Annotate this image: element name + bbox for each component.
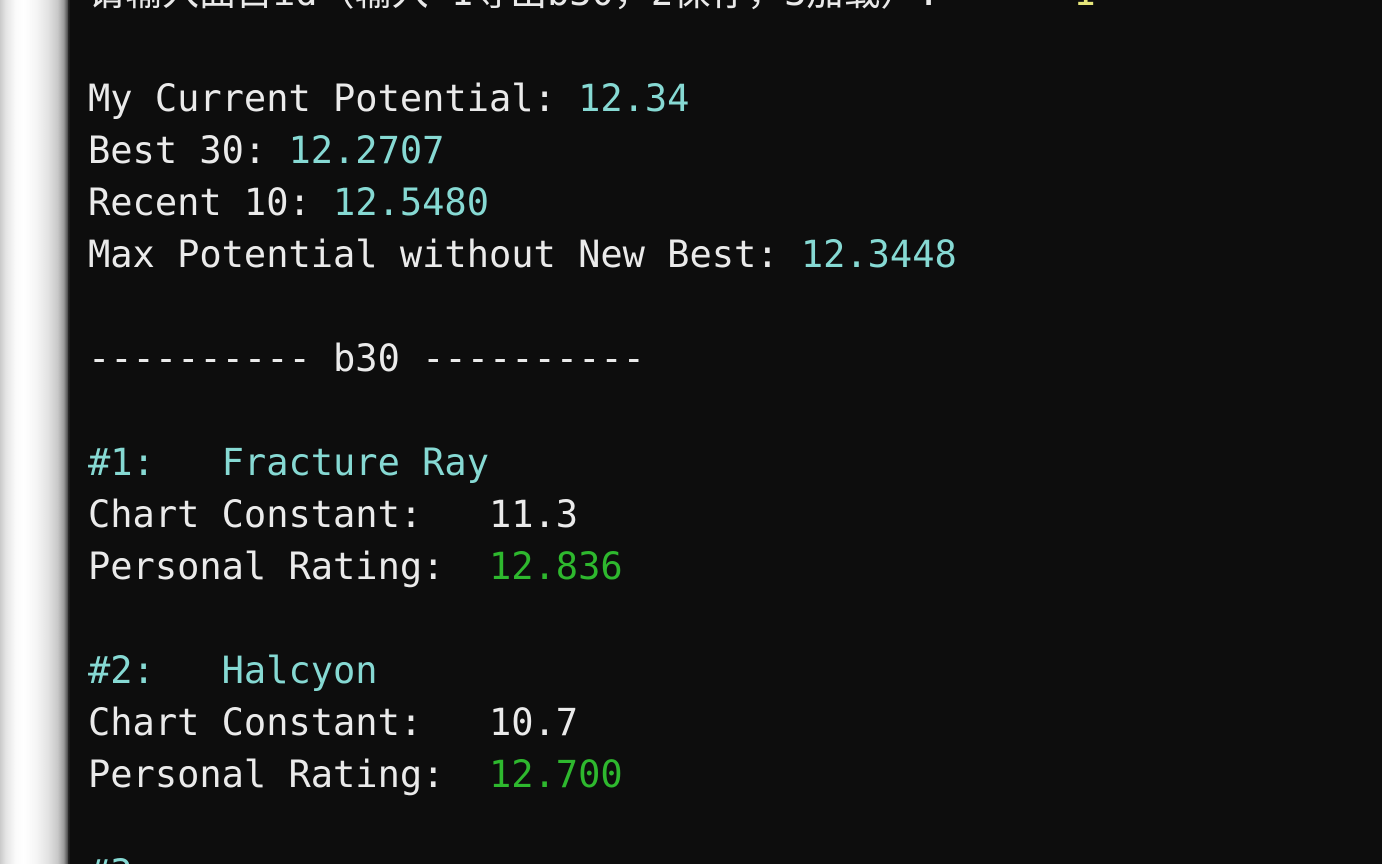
entry-rating-row-1: Personal Rating: 12.836 bbox=[88, 541, 623, 593]
b30-separator-text: ---------- b30 ---------- bbox=[88, 337, 645, 380]
summary-label-current-potential: My Current Potential: bbox=[88, 77, 579, 120]
entry-constant-row-1: Chart Constant: 11.3 bbox=[88, 489, 578, 541]
summary-label-recent-10: Recent 10: bbox=[88, 181, 334, 224]
entry-rank-2: #2: bbox=[88, 649, 155, 692]
summary-row-best-30: Best 30: 12.2707 bbox=[88, 125, 444, 177]
entry-constant-value-1: 11.3 bbox=[488, 493, 579, 536]
entry-rating-value-1: 12.836 bbox=[488, 545, 623, 588]
entry-title-1: Fracture Ray bbox=[221, 441, 489, 484]
summary-value-best-30: 12.2707 bbox=[288, 129, 445, 172]
entry-header-1: #1: Fracture Ray bbox=[88, 437, 489, 489]
entry-rating-row-2: Personal Rating: 12.700 bbox=[88, 749, 623, 801]
summary-row-recent-10: Recent 10: 12.5480 bbox=[88, 177, 489, 229]
screen: 请输入曲目id（输入 1导出b30，2保存，3加载）: 1 My Current… bbox=[0, 0, 1382, 864]
entry-rating-value-2: 12.700 bbox=[488, 753, 623, 796]
entry-title-2: Halcyon bbox=[221, 649, 378, 692]
summary-label-max-potential: Max Potential without New Best: bbox=[88, 233, 801, 276]
entry-constant-row-2: Chart Constant: 10.7 bbox=[88, 697, 578, 749]
entry-header-3-partial: #3: bbox=[88, 848, 155, 864]
prompt-line: 请输入曲目id（输入 1导出b30，2保存，3加载）: 1 bbox=[88, 0, 1096, 19]
terminal-output-pane[interactable]: 请输入曲目id（输入 1导出b30，2保存，3加载）: 1 My Current… bbox=[70, 0, 1382, 864]
entry-rating-label-1: Personal Rating: bbox=[88, 545, 445, 588]
entry-header-2: #2: Halcyon bbox=[88, 645, 378, 697]
entry-constant-value-2: 10.7 bbox=[488, 701, 579, 744]
summary-row-current-potential: My Current Potential: 12.34 bbox=[88, 73, 689, 125]
entry-rank-3: #3: bbox=[88, 852, 155, 864]
summary-row-max-potential: Max Potential without New Best: 12.3448 bbox=[88, 229, 957, 281]
summary-value-current-potential: 12.34 bbox=[578, 77, 690, 120]
prompt-text: 请输入曲目id（输入 1导出b30，2保存，3加载）: bbox=[88, 0, 940, 14]
entry-constant-label-1: Chart Constant: bbox=[88, 493, 423, 536]
summary-label-best-30: Best 30: bbox=[88, 129, 289, 172]
summary-value-recent-10: 12.5480 bbox=[333, 181, 489, 224]
b30-separator: ---------- b30 ---------- bbox=[88, 333, 645, 385]
window-left-edge-strip bbox=[0, 0, 70, 864]
entry-rank-1: #1: bbox=[88, 441, 155, 484]
entry-rating-label-2: Personal Rating: bbox=[88, 753, 445, 796]
summary-value-max-potential: 12.3448 bbox=[800, 233, 957, 276]
entry-constant-label-2: Chart Constant: bbox=[88, 701, 423, 744]
prompt-user-input: 1 bbox=[1073, 0, 1095, 14]
